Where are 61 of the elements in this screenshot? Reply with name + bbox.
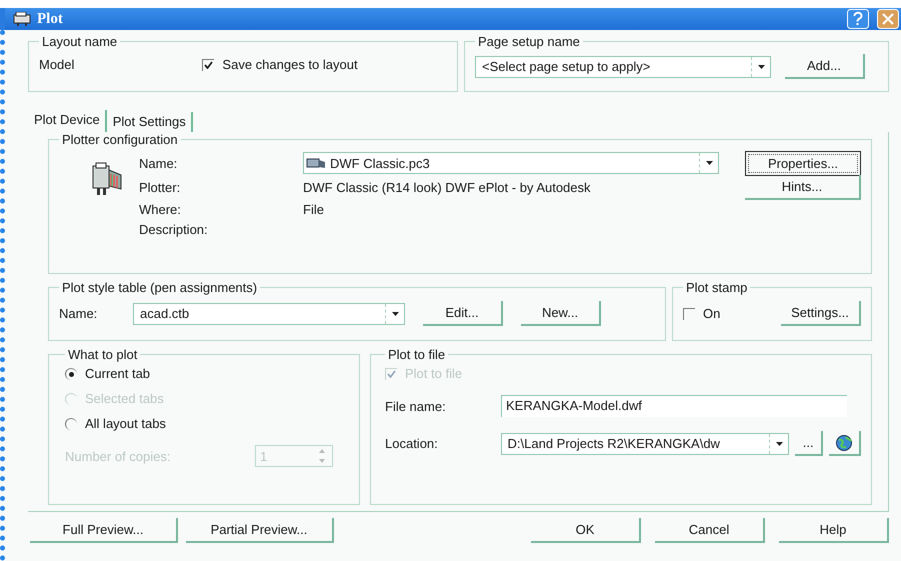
tab[interactable]: Plot Device xyxy=(28,110,107,132)
close-icon[interactable] xyxy=(877,9,899,29)
dropdown[interactable]: acad.ctb xyxy=(133,302,405,324)
group-title: Plot style table (pen assignments) xyxy=(61,280,258,295)
group-title: Layout name xyxy=(41,34,118,49)
field-label: Name: xyxy=(59,306,98,321)
checkbox-label: Plot to file xyxy=(405,366,462,381)
checkbox-label: On xyxy=(703,306,720,321)
number-field: 1 xyxy=(255,445,333,467)
checkbox-label: Save changes to layout xyxy=(222,57,358,72)
field-label: Plotter: xyxy=(139,180,182,194)
plotter-icon xyxy=(306,157,326,169)
help-icon[interactable] xyxy=(847,9,869,29)
button[interactable]: Help xyxy=(779,518,889,543)
caret-icon xyxy=(758,64,764,68)
field-value: File xyxy=(303,202,325,216)
layout-name: Model xyxy=(39,57,74,72)
radio-label: Current tab xyxy=(85,366,150,381)
button[interactable]: New... xyxy=(521,301,601,326)
caret-icon xyxy=(706,161,712,165)
field-label: Where: xyxy=(139,202,182,216)
input-field[interactable]: KERANGKA-Model.dwf xyxy=(501,395,847,417)
button[interactable]: ... xyxy=(795,431,824,456)
radio-label: All layout tabs xyxy=(85,416,166,431)
window-title: Plot xyxy=(37,10,63,28)
caret-icon xyxy=(392,312,398,316)
button[interactable]: OK xyxy=(531,518,641,543)
group-title: Plot stamp xyxy=(685,280,748,295)
radio-button[interactable] xyxy=(65,418,77,430)
button[interactable]: Properties... xyxy=(745,150,861,176)
browse-web-button[interactable] xyxy=(829,431,861,456)
button[interactable]: Cancel xyxy=(655,518,765,543)
group-title: Plot to file xyxy=(387,347,446,362)
dropdown[interactable]: DWF Classic.pc3 xyxy=(303,152,719,174)
button[interactable]: Partial Preview... xyxy=(186,518,334,543)
dropdown[interactable]: D:\Land Projects R2\KERANGKA\dw xyxy=(500,432,790,454)
check-icon xyxy=(387,370,396,378)
button[interactable]: Add... xyxy=(785,54,865,79)
button[interactable]: Full Preview... xyxy=(30,518,178,543)
field-label: Number of copies: xyxy=(65,448,170,464)
caret-icon xyxy=(776,442,783,446)
radio-button[interactable] xyxy=(65,368,77,380)
field-value: DWF Classic (R14 look) DWF ePlot - by Autodesk xyxy=(303,180,592,194)
dropdown[interactable]: <Select page setup to apply> xyxy=(475,56,771,78)
field-label: Location: xyxy=(385,436,439,451)
radio-label: Selected tabs xyxy=(85,391,164,406)
group-title: Page setup name xyxy=(477,34,581,49)
globe-icon xyxy=(834,434,854,452)
button[interactable]: Settings... xyxy=(781,301,861,326)
tab[interactable]: Plot Settings xyxy=(106,112,193,132)
checkbox[interactable] xyxy=(202,58,214,70)
check-icon xyxy=(204,61,214,69)
field-label: Description: xyxy=(139,222,209,236)
group-title: What to plot xyxy=(67,347,138,362)
button[interactable]: Hints... xyxy=(745,174,861,200)
group-title: Plotter configuration xyxy=(61,132,179,147)
button[interactable]: Edit... xyxy=(423,301,503,326)
field-label: Name: xyxy=(139,156,178,170)
plotter-icon xyxy=(13,12,31,26)
field-label: File name: xyxy=(385,398,447,414)
checkbox[interactable] xyxy=(683,308,695,320)
